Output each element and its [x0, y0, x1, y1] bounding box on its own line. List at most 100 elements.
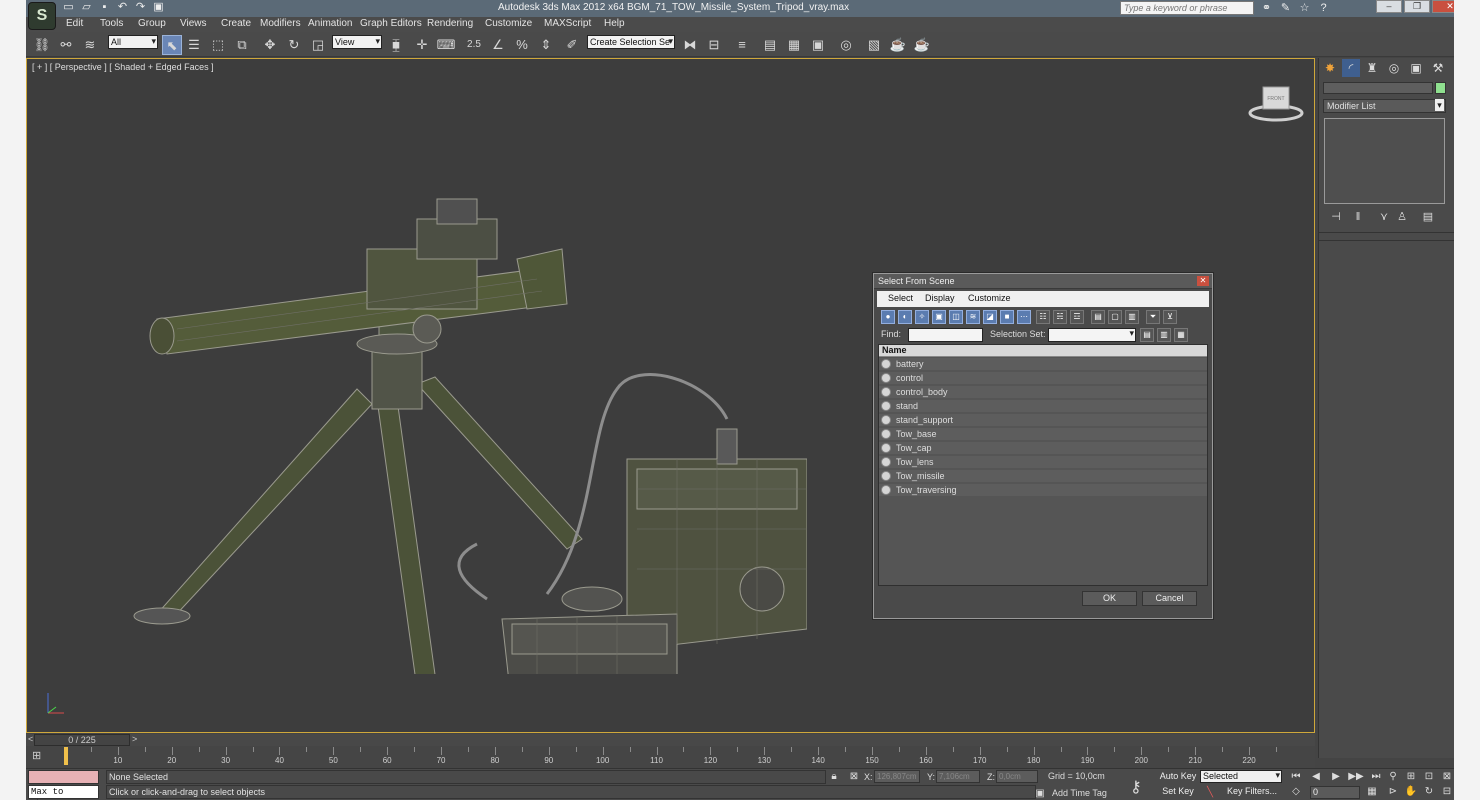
list-item[interactable]: stand — [879, 400, 1207, 413]
restore-button[interactable]: ❐ — [1404, 0, 1430, 13]
x-coordinate-field[interactable]: 126,807cm — [874, 770, 920, 783]
binoculars-icon[interactable]: ⚭ — [1260, 1, 1273, 15]
menu-views[interactable]: Views — [180, 18, 207, 29]
find-input[interactable] — [908, 328, 983, 342]
list-item[interactable]: Tow_lens — [879, 456, 1207, 469]
display-helpers-icon[interactable]: ◫ — [949, 310, 963, 324]
column-name-header[interactable]: Name — [882, 345, 907, 355]
app-logo-icon[interactable]: S — [28, 2, 56, 30]
modifier-list-dropdown[interactable]: Modifier List — [1323, 99, 1446, 113]
dialog-menu-display[interactable]: Display — [925, 293, 955, 303]
list-item[interactable]: Tow_base — [879, 428, 1207, 441]
list-item[interactable]: Tow_missile — [879, 470, 1207, 483]
time-configuration-icon[interactable]: ▦ — [1364, 785, 1380, 799]
selection-set-add-icon[interactable]: ▤ — [1140, 328, 1154, 342]
display-tab-icon[interactable]: ▣ — [1407, 59, 1425, 77]
current-frame-marker[interactable] — [64, 747, 68, 765]
select-all-icon[interactable]: ▤ — [1091, 310, 1105, 324]
cancel-button[interactable]: Cancel — [1142, 591, 1197, 606]
display-geometry-icon[interactable]: ● — [881, 310, 895, 324]
zoom-all-icon[interactable]: ⊞ — [1404, 770, 1418, 784]
edit-named-selection-icon[interactable]: ✐ — [562, 35, 582, 55]
display-shapes-icon[interactable]: ◐ — [898, 310, 912, 324]
link-icon[interactable]: ⛓ — [32, 35, 52, 55]
filter-options-icon[interactable]: ⊻ — [1163, 310, 1177, 324]
create-tab-icon[interactable]: ✸ — [1321, 59, 1339, 77]
selection-set-dropdown[interactable] — [1048, 328, 1136, 342]
help-icon[interactable]: ? — [1317, 1, 1330, 15]
menu-rendering[interactable]: Rendering — [427, 18, 473, 29]
modifier-stack[interactable] — [1324, 118, 1445, 204]
spinner-snap-icon[interactable]: ⇕ — [536, 35, 556, 55]
menu-group[interactable]: Group — [138, 18, 166, 29]
display-lights-icon[interactable]: ✧ — [915, 310, 929, 324]
list-item[interactable]: control_body — [879, 386, 1207, 399]
time-slider-prev[interactable]: < — [28, 734, 33, 744]
layer-manager-icon[interactable]: ≡ — [732, 35, 752, 55]
object-list[interactable]: Name battery control control_body stand … — [878, 344, 1208, 586]
auto-key-button[interactable]: Auto Key — [1158, 770, 1198, 784]
dialog-menu-select[interactable]: Select — [888, 293, 913, 303]
rectangle-selection-icon[interactable]: ⬚ — [208, 35, 228, 55]
schematic-view-icon[interactable]: ▣ — [808, 35, 828, 55]
display-none-icon[interactable]: ☵ — [1053, 310, 1067, 324]
list-item[interactable]: stand_support — [879, 414, 1207, 427]
project-icon[interactable]: ▣ — [152, 1, 165, 14]
new-icon[interactable]: ▭ — [62, 1, 75, 14]
display-cameras-icon[interactable]: ▣ — [932, 310, 946, 324]
go-to-end-icon[interactable]: ⏭ — [1368, 770, 1384, 784]
dialog-title-bar[interactable]: Select From Scene ✕ — [874, 274, 1212, 289]
wrench-icon[interactable]: ✎ — [1279, 1, 1292, 15]
window-crossing-icon[interactable]: ⧉ — [232, 35, 252, 55]
motion-tab-icon[interactable]: ◎ — [1385, 59, 1403, 77]
move-icon[interactable]: ✥ — [260, 35, 280, 55]
menu-customize[interactable]: Customize — [485, 18, 532, 29]
angle-snap-icon[interactable]: ∠ — [488, 35, 508, 55]
key-mode-toggle-icon[interactable]: ◇ — [1288, 785, 1304, 799]
align-icon[interactable]: ⊟ — [704, 35, 724, 55]
y-coordinate-field[interactable]: 7,106cm — [936, 770, 980, 783]
zoom-extents-all-icon[interactable]: ⊠ — [1440, 770, 1454, 784]
bind-space-warp-icon[interactable]: ≋ — [80, 35, 100, 55]
list-header[interactable]: Name — [879, 345, 1207, 357]
tow-missile-wireframe-model[interactable] — [117, 129, 807, 674]
set-key-icon[interactable]: ⚷ — [1130, 777, 1142, 797]
key-filters-button[interactable]: Key Filters... — [1222, 785, 1282, 799]
current-frame-field[interactable]: 0 — [1310, 786, 1360, 799]
time-slider-next[interactable]: > — [132, 734, 137, 744]
redo-icon[interactable]: ↷ — [134, 1, 147, 14]
lock-icon[interactable]: 🔒︎ — [828, 771, 840, 783]
curve-editor-icon[interactable]: ▦ — [784, 35, 804, 55]
percent-snap-icon[interactable]: % — [512, 35, 532, 55]
mini-curve-editor-icon[interactable]: ⊞ — [32, 749, 48, 763]
maxscript-listener-output[interactable] — [28, 770, 99, 784]
pan-icon[interactable]: ✋ — [1404, 785, 1418, 799]
snap-toggle-icon[interactable]: 2.5 — [464, 35, 484, 55]
display-groups-icon[interactable]: ◪ — [983, 310, 997, 324]
viewport-label[interactable]: [ + ] [ Perspective ] [ Shaded + Edged F… — [32, 62, 214, 72]
orbit-icon[interactable]: ↻ — [1422, 785, 1436, 799]
unlink-icon[interactable]: ⚯ — [56, 35, 76, 55]
remove-modifier-icon[interactable]: ♙ — [1395, 210, 1409, 224]
select-object-icon[interactable]: ⬉ — [162, 35, 182, 55]
viewcube-icon[interactable]: FRONT — [1246, 83, 1306, 123]
list-item[interactable]: control — [879, 372, 1207, 385]
selection-set-edit-icon[interactable]: ▥ — [1157, 328, 1171, 342]
configure-modifier-sets-icon[interactable]: ▤ — [1421, 210, 1435, 224]
menu-create[interactable]: Create — [221, 18, 251, 29]
display-invert-icon[interactable]: ☲ — [1070, 310, 1084, 324]
open-icon[interactable]: ▱ — [80, 1, 93, 14]
select-none-icon[interactable]: ▢ — [1108, 310, 1122, 324]
display-xrefs-icon[interactable]: ■ — [1000, 310, 1014, 324]
render-setup-icon[interactable]: ▧ — [864, 35, 884, 55]
zoom-extents-icon[interactable]: ⊡ — [1422, 770, 1436, 784]
undo-icon[interactable]: ↶ — [116, 1, 129, 14]
render-production-icon[interactable]: ☕ — [912, 35, 932, 55]
time-slider[interactable]: < 0 / 225 > — [26, 734, 1315, 746]
go-to-start-icon[interactable]: ⏮ — [1288, 770, 1304, 784]
display-space-warps-icon[interactable]: ≋ — [966, 310, 980, 324]
time-slider-handle[interactable]: 0 / 225 — [34, 734, 130, 746]
field-of-view-icon[interactable]: ⊳ — [1386, 785, 1400, 799]
select-invert-icon[interactable]: ▥ — [1125, 310, 1139, 324]
menu-tools[interactable]: Tools — [100, 18, 123, 29]
